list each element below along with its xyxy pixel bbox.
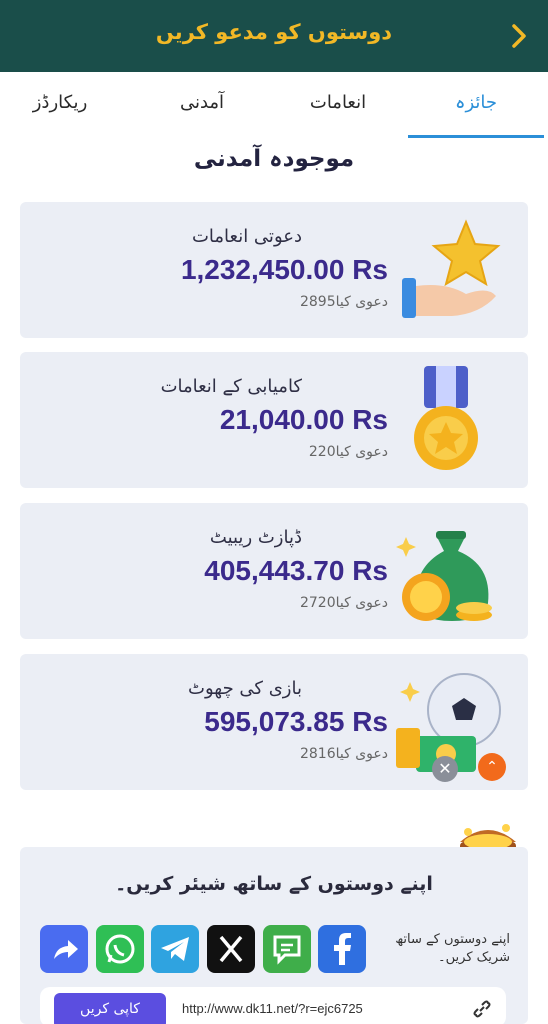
referral-link-box: کاپی کریں http://www.dk11.net/?r=ejc6725: [40, 987, 506, 1024]
referral-link[interactable]: http://www.dk11.net/?r=ejc6725: [182, 1001, 363, 1016]
tab-overview[interactable]: جائزہ: [416, 92, 536, 113]
share-title: اپنے دوستوں کے ساتھ شیئر کریں۔: [115, 873, 433, 895]
earnings-card-achievement[interactable]: کامیابی کے انعامات 21,040.00 Rs 220دعوی …: [20, 352, 528, 488]
star-hand-icon: [396, 216, 506, 326]
page-title: دوستوں کو مدعو کریں: [155, 20, 393, 44]
tab-underline: [408, 135, 544, 138]
card-count: 220دعوی کیا: [308, 444, 388, 460]
section-title: موجودہ آمدنی: [193, 146, 355, 172]
card-count: 2720دعوی کیا: [299, 595, 388, 611]
tab-rewards[interactable]: انعامات: [278, 92, 398, 113]
card-label: دعوتی انعامات: [191, 226, 302, 247]
close-float-button[interactable]: ✕: [432, 756, 458, 782]
card-label: ڈپازٹ ریبیٹ: [209, 527, 302, 548]
x-twitter-icon[interactable]: [207, 925, 255, 973]
card-count: 2816دعوی کیا: [299, 746, 388, 762]
card-label: بازی کی چھوٹ: [188, 678, 302, 699]
share-section: اپنے دوستوں کے ساتھ شیئر کریں۔ اپنے دوست…: [20, 847, 528, 1024]
earnings-card-deposit-rebate[interactable]: ڈپازٹ ریبیٹ 405,443.70 Rs 2720دعوی کیا: [20, 503, 528, 639]
share-forward-button[interactable]: [40, 925, 88, 973]
link-icon[interactable]: [472, 999, 492, 1019]
card-amount: 405,443.70 Rs: [204, 555, 388, 586]
header-bar: دوستوں کو مدعو کریں: [0, 0, 548, 72]
chevron-right-icon[interactable]: [504, 20, 534, 52]
earnings-card-invite[interactable]: دعوتی انعامات 1,232,450.00 Rs 2895دعوی ک…: [20, 202, 528, 338]
copy-link-button[interactable]: کاپی کریں: [54, 993, 166, 1024]
telegram-icon[interactable]: [151, 925, 199, 973]
medal-icon: [396, 366, 506, 476]
share-side-text: اپنے دوستوں کے ساتھ شریک کریں۔: [395, 932, 510, 965]
sms-icon[interactable]: [263, 925, 311, 973]
tab-bar: جائزہ انعامات آمدنی ریکارڈز: [0, 72, 548, 140]
card-count: 2895دعوی کیا: [299, 294, 388, 310]
card-amount: 21,040.00 Rs: [219, 404, 388, 435]
scroll-up-button[interactable]: ⌃: [478, 753, 506, 781]
card-amount: 1,232,450.00 Rs: [180, 254, 388, 285]
card-label: کامیابی کے انعامات: [160, 376, 302, 397]
whatsapp-icon[interactable]: [96, 925, 144, 973]
tab-income[interactable]: آمدنی: [142, 92, 262, 113]
facebook-icon[interactable]: [318, 925, 366, 973]
tab-records[interactable]: ریکارڈز: [0, 92, 120, 113]
money-bag-icon: [396, 517, 506, 627]
card-amount: 595,073.85 Rs: [204, 706, 388, 737]
